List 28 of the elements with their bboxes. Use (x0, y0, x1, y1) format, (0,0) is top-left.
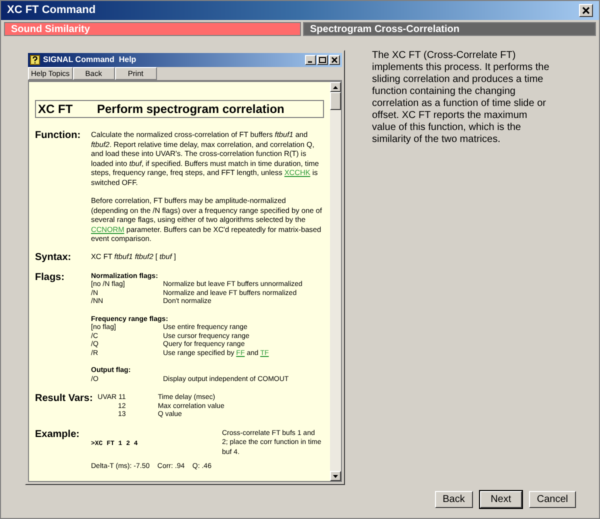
scroll-thumb[interactable] (330, 92, 341, 110)
scroll-up-button[interactable] (330, 82, 341, 92)
scroll-down-button[interactable] (330, 471, 341, 481)
description-text: The XC FT (Cross-Correlate FT) implements this process. It performs the sliding correlation and produces a time function containing the changing correlation as a function of time slide or offset. XC FT reports the maximum value of this function, which is the similarity of the two matrices. (372, 50, 550, 146)
help-icon (30, 55, 40, 65)
tab[interactable]: Spectrogram Cross-Correlation (303, 22, 596, 36)
section-label: Flags: (35, 272, 66, 284)
heading-command: XC FT (38, 101, 74, 118)
scrollbar[interactable] (330, 82, 341, 481)
section-label: Example: (35, 428, 80, 442)
close-icon (331, 57, 338, 63)
dialog-button[interactable]: Cancel (528, 491, 576, 508)
maximize-button[interactable] (317, 55, 328, 65)
section-label: Syntax: (35, 252, 72, 262)
window-title: XC FT Command (7, 3, 96, 18)
maximize-icon (319, 57, 326, 63)
down-arrow-icon (333, 474, 338, 478)
heading-title: Perform spectrogram correlation (97, 101, 284, 118)
minimize-button[interactable] (305, 55, 316, 65)
close-icon (582, 7, 590, 14)
section-label: Function: (35, 130, 82, 143)
close-button[interactable] (579, 4, 593, 17)
dialog-button[interactable]: Back (434, 491, 473, 508)
dialog-button[interactable]: Next (480, 491, 522, 508)
close-button[interactable] (329, 55, 340, 65)
up-arrow-icon (333, 86, 338, 88)
section-label: Result Vars: (35, 393, 94, 406)
help-window-title: SIGNAL Command Help (43, 54, 138, 66)
